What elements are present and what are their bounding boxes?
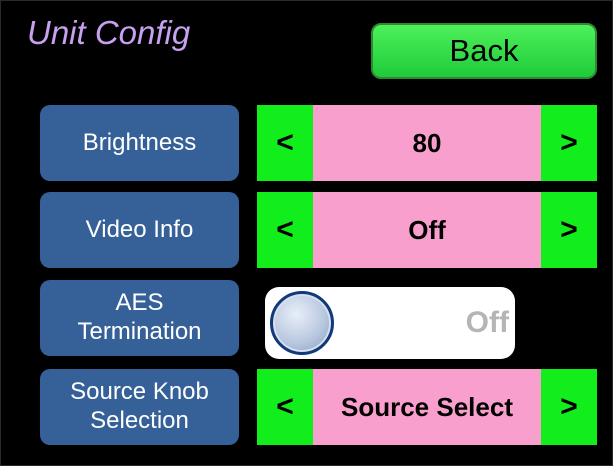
source-knob-decrease-button[interactable]: < [257, 369, 313, 445]
video-info-stepper: < Off > [257, 192, 597, 268]
source-knob-selection-label-button[interactable]: Source Knob Selection [40, 369, 239, 445]
brightness-stepper: < 80 > [257, 105, 597, 181]
brightness-label-button[interactable]: Brightness [40, 105, 239, 181]
page-title: Unit Config [27, 14, 191, 51]
source-knob-increase-button[interactable]: > [541, 369, 597, 445]
brightness-value: 80 [313, 105, 541, 181]
aes-termination-label-button[interactable]: AES Termination [40, 280, 239, 356]
brightness-decrease-button[interactable]: < [257, 105, 313, 181]
video-info-decrease-button[interactable]: < [257, 192, 313, 268]
video-info-label-button[interactable]: Video Info [40, 192, 239, 268]
source-knob-stepper: < Source Select > [257, 369, 597, 445]
aes-termination-toggle[interactable]: Off [265, 287, 515, 359]
brightness-increase-button[interactable]: > [541, 105, 597, 181]
circle-knob-icon [270, 291, 334, 355]
unit-config-screen: Unit Config Back Brightness < 80 > Video… [0, 0, 613, 466]
video-info-increase-button[interactable]: > [541, 192, 597, 268]
back-button[interactable]: Back [371, 23, 597, 79]
video-info-value: Off [313, 192, 541, 268]
source-knob-value: Source Select [313, 369, 541, 445]
aes-termination-state: Off [465, 306, 509, 339]
